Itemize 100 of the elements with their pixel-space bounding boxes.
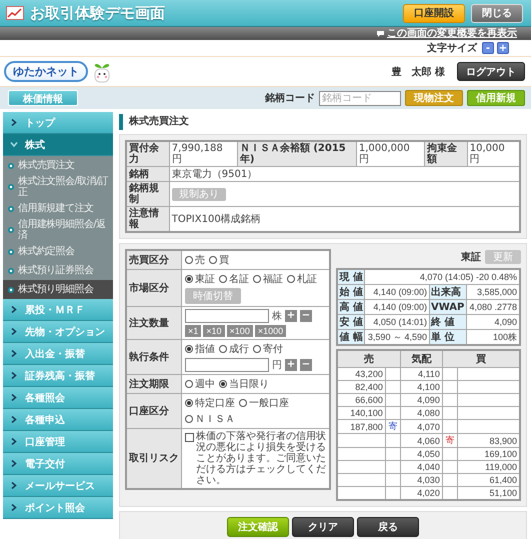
radio-button[interactable]: [209, 256, 217, 264]
header-button[interactable]: 閉じる: [471, 4, 523, 22]
sidebar-item[interactable]: 株式: [3, 134, 113, 156]
multiplier-button[interactable]: ×1: [185, 325, 202, 337]
multiplier-button[interactable]: ×1000: [254, 325, 286, 337]
table-cell: 4,050: [400, 448, 442, 460]
sidebar-subitem[interactable]: 信用新規建て注文: [3, 199, 113, 218]
field-label: 注意情報: [126, 206, 170, 232]
chevron-icon: [11, 394, 17, 401]
quote-label: 出来高: [429, 284, 466, 300]
radio-label: 売: [195, 254, 205, 267]
sidebar-subitem[interactable]: 株式売買注文: [3, 156, 113, 175]
sidebar-item[interactable]: メールサービス: [3, 475, 113, 497]
table-cell: 140,100: [337, 406, 386, 420]
radio-label: 指値: [195, 342, 215, 356]
bullet-icon: [8, 248, 14, 254]
code-input[interactable]: 銘柄コード: [319, 90, 401, 106]
quote-label: 現 値: [337, 269, 365, 284]
quote-label: 始 値: [337, 284, 365, 300]
quote-label: 安 値: [337, 314, 365, 330]
sidebar-item[interactable]: 入出金・振替: [3, 343, 113, 365]
stepper-button[interactable]: −: [300, 359, 312, 371]
quote-label: VWAP: [429, 300, 466, 314]
sidebar-item[interactable]: 証券残高・振替: [3, 365, 113, 387]
sidebar-subitem[interactable]: 株式預り証券照会: [3, 261, 113, 280]
radio-button[interactable]: [287, 275, 295, 283]
checkbox[interactable]: [185, 433, 194, 442]
field-value: 東京電力（9501）: [169, 166, 520, 182]
action-button[interactable]: 戻る: [357, 516, 419, 536]
sidebar-item[interactable]: 各種申込: [3, 409, 113, 431]
sidebar-item[interactable]: 累投・ＭＲＦ: [3, 299, 113, 321]
sidebar-item[interactable]: 電子交付: [3, 453, 113, 475]
sidebar-subitem[interactable]: 株式注文照会/取消/訂正: [3, 175, 113, 199]
radio-button[interactable]: [219, 275, 227, 283]
sidebar-item[interactable]: 口座管理: [3, 431, 113, 453]
radio-button[interactable]: [253, 345, 261, 353]
price-switch-button[interactable]: 時価切替: [185, 288, 241, 304]
table-cell: 43,200: [337, 368, 386, 380]
sidebar-item[interactable]: 各種照会: [3, 387, 113, 409]
field-label: 銘柄規制: [126, 182, 170, 206]
quote-value: 4,140 (09:00): [364, 300, 430, 314]
input-field[interactable]: [185, 358, 269, 372]
font-size-button[interactable]: -: [482, 42, 494, 54]
quote-label: 高 値: [337, 300, 365, 314]
sidebar-subitem[interactable]: 信用建株明細照会/返済: [3, 218, 113, 242]
radio-button[interactable]: [185, 345, 193, 353]
column-header: 売: [337, 350, 400, 368]
quote-value: 4,050 (14:01): [364, 314, 430, 330]
market-label: 東証: [461, 250, 481, 264]
column-header: 買: [442, 350, 520, 368]
sidebar-subitem[interactable]: 株式約定照会: [3, 242, 113, 261]
radio-label: 買: [219, 254, 229, 267]
sidebar-subitem[interactable]: 株式預り明細照会: [3, 280, 113, 299]
radio-button[interactable]: [253, 275, 261, 283]
table-cell: 寄: [385, 420, 400, 434]
table-cell: 82,400: [337, 380, 386, 394]
quote-value: 4,140 (09:00): [364, 284, 430, 300]
sidebar-item[interactable]: 先物・オプション: [3, 321, 113, 343]
field-label: ＮＩＳＡ余裕額 (2015年): [237, 141, 356, 166]
chevron-icon: [11, 482, 17, 489]
header-button[interactable]: 口座開設: [403, 4, 465, 22]
table-cell: 4,100: [400, 380, 442, 394]
chart-icon: [6, 6, 24, 20]
radio-label: 当日限り: [229, 378, 269, 391]
multiplier-button[interactable]: ×10: [203, 325, 225, 337]
multiplier-button[interactable]: ×100: [226, 325, 253, 337]
radio-button[interactable]: [185, 275, 193, 283]
radio-button[interactable]: [219, 380, 227, 388]
bullet-icon: [8, 268, 14, 274]
radio-label: 名証: [229, 272, 249, 286]
sidebar-item[interactable]: トップ: [3, 112, 113, 134]
action-button[interactable]: 注文確認: [227, 516, 289, 536]
radio-button[interactable]: [185, 415, 193, 423]
bullet-icon: [8, 286, 14, 292]
unit-label: 株: [272, 310, 282, 323]
order-button[interactable]: 現物注文: [405, 90, 463, 106]
chevron-icon: [10, 142, 18, 148]
stepper-button[interactable]: +: [285, 359, 297, 371]
order-button[interactable]: 信用新規: [467, 90, 525, 106]
chevron-icon: [11, 350, 17, 357]
field-value: 1,000,000 円: [356, 141, 424, 166]
radio-button[interactable]: [219, 345, 227, 353]
radio-button[interactable]: [185, 256, 193, 264]
sidebar-item[interactable]: ポイント照会: [3, 497, 113, 519]
radio-button[interactable]: [185, 399, 193, 407]
stepper-button[interactable]: −: [300, 310, 312, 322]
logout-button[interactable]: ログアウト: [457, 62, 525, 81]
table-cell: 4,090: [400, 394, 442, 406]
input-field[interactable]: [185, 309, 269, 323]
radio-button[interactable]: [239, 399, 247, 407]
font-size-button[interactable]: +: [497, 42, 509, 54]
table-cell: 4,070: [400, 420, 442, 434]
stepper-button[interactable]: +: [285, 310, 297, 322]
action-button[interactable]: クリア: [292, 516, 354, 536]
chevron-icon: [11, 328, 17, 335]
speech-bubble-icon: [376, 30, 385, 38]
radio-button[interactable]: [185, 380, 193, 388]
stock-info-button[interactable]: 株価情報: [8, 90, 78, 106]
radio-label: 特定口座: [195, 396, 235, 410]
chevron-icon: [11, 504, 17, 511]
